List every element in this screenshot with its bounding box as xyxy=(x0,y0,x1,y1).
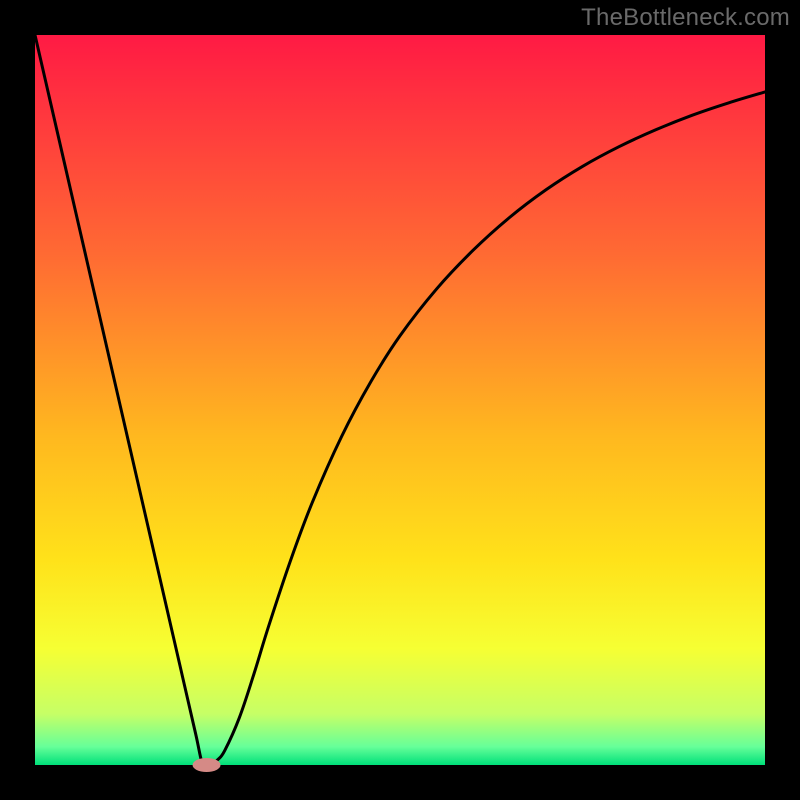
chart-frame: TheBottleneck.com xyxy=(0,0,800,800)
plot-background xyxy=(35,35,765,765)
optimal-point-marker xyxy=(193,758,221,772)
bottleneck-chart xyxy=(0,0,800,800)
watermark-label: TheBottleneck.com xyxy=(581,4,790,32)
